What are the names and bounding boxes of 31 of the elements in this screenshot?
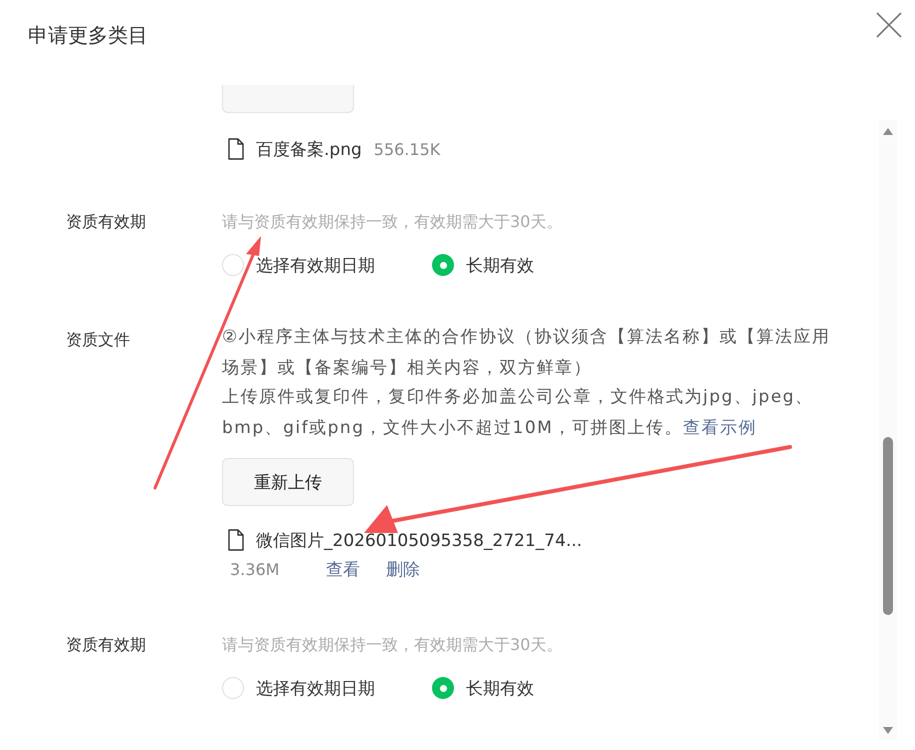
reupload-button[interactable]: 重新上传 [222, 458, 354, 506]
scrollbar-thumb[interactable] [883, 437, 893, 615]
radio-option[interactable]: 选择有效期日期 [222, 675, 432, 701]
close-button[interactable] [876, 12, 902, 38]
scrollbar[interactable] [879, 120, 897, 740]
field-label: 资质文件 [66, 329, 131, 351]
radio-option[interactable]: 长期有效 [432, 252, 642, 278]
description-text: ②小程序主体与技术主体的合作协议（协议须含【算法名称】或【算法应用场景】或【备案编号】相关内容，双方鲜章） [222, 326, 832, 380]
radio-button[interactable] [432, 254, 454, 276]
file-icon [228, 529, 244, 551]
upload-button[interactable] [222, 85, 354, 113]
file-action-link[interactable]: 删除 [386, 558, 420, 580]
file-name: 微信图片_20260105095358_2721_74... [256, 530, 582, 552]
radio-button[interactable] [222, 254, 244, 276]
file-action-link[interactable]: 查看 [326, 558, 360, 580]
field-label: 资质有效期 [66, 211, 147, 233]
hint-text: 请与资质有效期保持一致，有效期需大于30天。 [222, 634, 564, 656]
requirements-text: 上传原件或复印件，复印件务必加盖公司公章，文件格式为jpg、jpeg、bmp、gif或png，文件大小不超过10M，可拼图上传。查看示例 [222, 386, 815, 440]
file-size: 3.36M [230, 560, 280, 578]
field-label: 资质有效期 [66, 634, 147, 656]
hint-text: 请与资质有效期保持一致，有效期需大于30天。 [222, 211, 564, 233]
radio-option[interactable]: 长期有效 [432, 675, 642, 701]
file-icon [228, 138, 244, 160]
dialog-title: 申请更多类目 [28, 22, 148, 48]
scroll-down-icon[interactable] [883, 727, 893, 734]
scroll-up-icon[interactable] [883, 128, 893, 135]
file-size: 556.15K [374, 140, 440, 158]
example-link[interactable]: 查看示例 [682, 418, 757, 438]
radio-button[interactable] [222, 677, 244, 699]
radio-button[interactable] [432, 677, 454, 699]
file-name: 百度备案.png [256, 138, 362, 160]
